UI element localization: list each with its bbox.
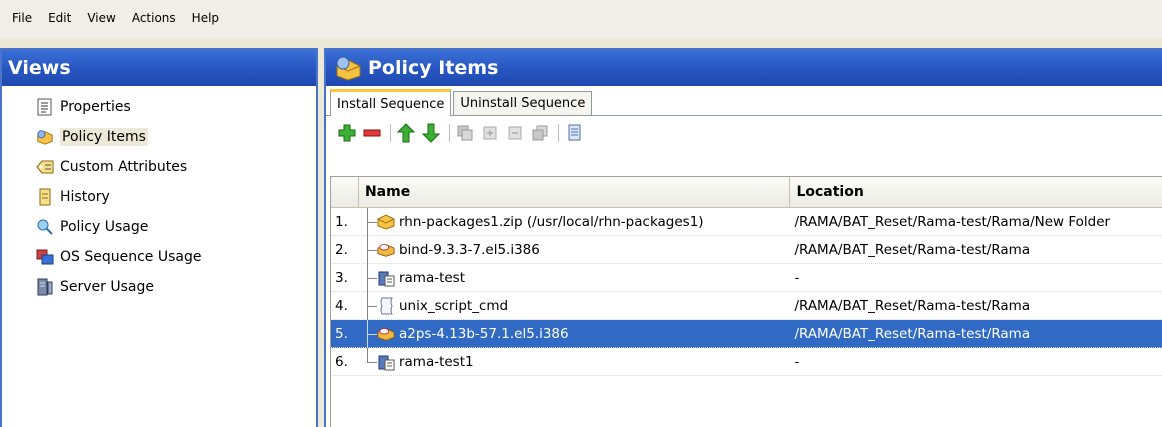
item-name: rama-test1 [398,353,474,370]
row-number: 2. [335,241,348,258]
row-number: 4. [335,297,348,314]
policy-usage-icon [36,218,54,236]
policy-items-table: Name Location 1. rhn-packages1.zip (/usr… [330,176,1162,427]
view-item-policy-items[interactable]: Policy Items [2,122,316,152]
row-number: 6. [335,353,348,370]
remove-icon[interactable] [361,122,383,144]
item-location: /RAMA/BAT_Reset/Rama-test/Rama/New Folde… [794,213,1111,230]
tree-connector [359,291,377,320]
view-item-label: History [60,189,110,205]
server-script-icon [377,269,395,287]
view-item-label: Server Usage [60,279,154,295]
menu-help[interactable]: Help [184,11,227,25]
row-number-header [331,177,359,207]
server-script-icon [377,353,395,371]
item-name: bind-9.3.3-7.el5.i386 [398,241,540,258]
column-header-location[interactable]: Location [790,177,1162,207]
views-title: Views [8,57,71,79]
toolbar [326,116,1162,150]
table-row[interactable]: 6. rama-test1 - [331,347,1162,376]
menu-file[interactable]: File [4,11,40,25]
item-name: a2ps-4.13b-57.1.el5.i386 [398,325,569,342]
rpm-package-icon [377,241,395,259]
table-row[interactable]: 1. rhn-packages1.zip (/usr/local/rhn-pac… [331,207,1162,236]
view-item-policy-usage[interactable]: Policy Usage [2,212,316,242]
tree-connector [359,207,377,236]
menu-bar: File Edit View Actions Help [0,0,1162,38]
os-sequence-usage-icon [36,248,54,266]
table-row[interactable]: 4. unix_script_cmd /RAMA/BAT_Reset/Rama-… [331,291,1162,320]
view-item-label: Policy Usage [60,219,149,235]
policy-items-icon [36,128,54,146]
view-item-label: Policy Items [60,128,148,146]
item-name: rhn-packages1.zip (/usr/local/rhn-packag… [398,213,704,230]
menu-actions[interactable]: Actions [124,11,184,25]
tree-connector [359,235,377,264]
menu-edit[interactable]: Edit [40,11,79,25]
view-item-properties[interactable]: Properties [2,92,316,122]
tab-install-sequence[interactable]: Install Sequence [330,89,452,116]
views-panel: Views Properties Policy Items Custom Att… [0,48,318,427]
rpm-package-icon [377,325,395,343]
tab-uninstall-sequence[interactable]: Uninstall Sequence [453,91,593,115]
row-number: 5. [335,325,348,342]
item-name: unix_script_cmd [398,297,509,314]
view-item-history[interactable]: History [2,182,316,212]
toolbar-separator [390,124,391,142]
view-item-custom-attributes[interactable]: Custom Attributes [2,152,316,182]
row-number: 3. [335,269,348,286]
move-down-icon[interactable] [420,122,442,144]
move-up-icon[interactable] [395,122,417,144]
plus-disabled-icon[interactable] [479,122,501,144]
script-icon [377,297,395,315]
item-location: /RAMA/BAT_Reset/Rama-test/Rama [794,241,1031,258]
tree-connector [359,263,377,292]
policy-items-panel: Policy Items Install Sequence Uninstall … [324,48,1162,427]
item-location: - [794,353,800,370]
table-row[interactable]: 2. bind-9.3.3-7.el5.i386 /RAMA/BAT_Reset… [331,235,1162,264]
server-usage-icon [36,278,54,296]
custom-attributes-icon [36,158,54,176]
view-item-server-usage[interactable]: Server Usage [2,272,316,302]
notes-icon[interactable] [563,122,585,144]
item-location: - [794,269,800,286]
add-icon[interactable] [336,122,358,144]
minus-disabled-icon[interactable] [504,122,526,144]
column-header-name[interactable]: Name [359,177,791,207]
menu-view[interactable]: View [79,11,123,25]
item-name: rama-test [398,269,466,286]
tab-bar: Install Sequence Uninstall Sequence [326,86,1162,116]
toolbar-separator [558,124,559,142]
view-item-label: Properties [60,99,131,115]
history-icon [36,188,54,206]
toolbar-separator [449,124,450,142]
row-number: 1. [335,213,348,230]
expand-disabled-icon[interactable] [454,122,476,144]
policy-items-icon [334,55,362,81]
table-row[interactable]: 3. rama-test - [331,263,1162,292]
tree-connector [359,347,377,376]
policy-header: Policy Items [326,50,1162,86]
properties-icon [36,98,54,116]
collapse-disabled-icon[interactable] [529,122,551,144]
views-header: Views [2,50,316,86]
policy-title: Policy Items [368,57,499,79]
view-item-os-sequence-usage[interactable]: OS Sequence Usage [2,242,316,272]
table-header: Name Location [331,177,1162,208]
zip-package-icon [377,213,395,231]
item-location: /RAMA/BAT_Reset/Rama-test/Rama [794,297,1031,314]
views-list: Properties Policy Items Custom Attribute… [2,86,316,302]
item-location: /RAMA/BAT_Reset/Rama-test/Rama [794,325,1031,342]
view-item-label: OS Sequence Usage [60,249,202,265]
view-item-label: Custom Attributes [60,159,188,175]
table-row[interactable]: 5. a2ps-4.13b-57.1.el5.i386 /RAMA/BAT_Re… [331,319,1162,348]
tree-connector [359,319,377,348]
